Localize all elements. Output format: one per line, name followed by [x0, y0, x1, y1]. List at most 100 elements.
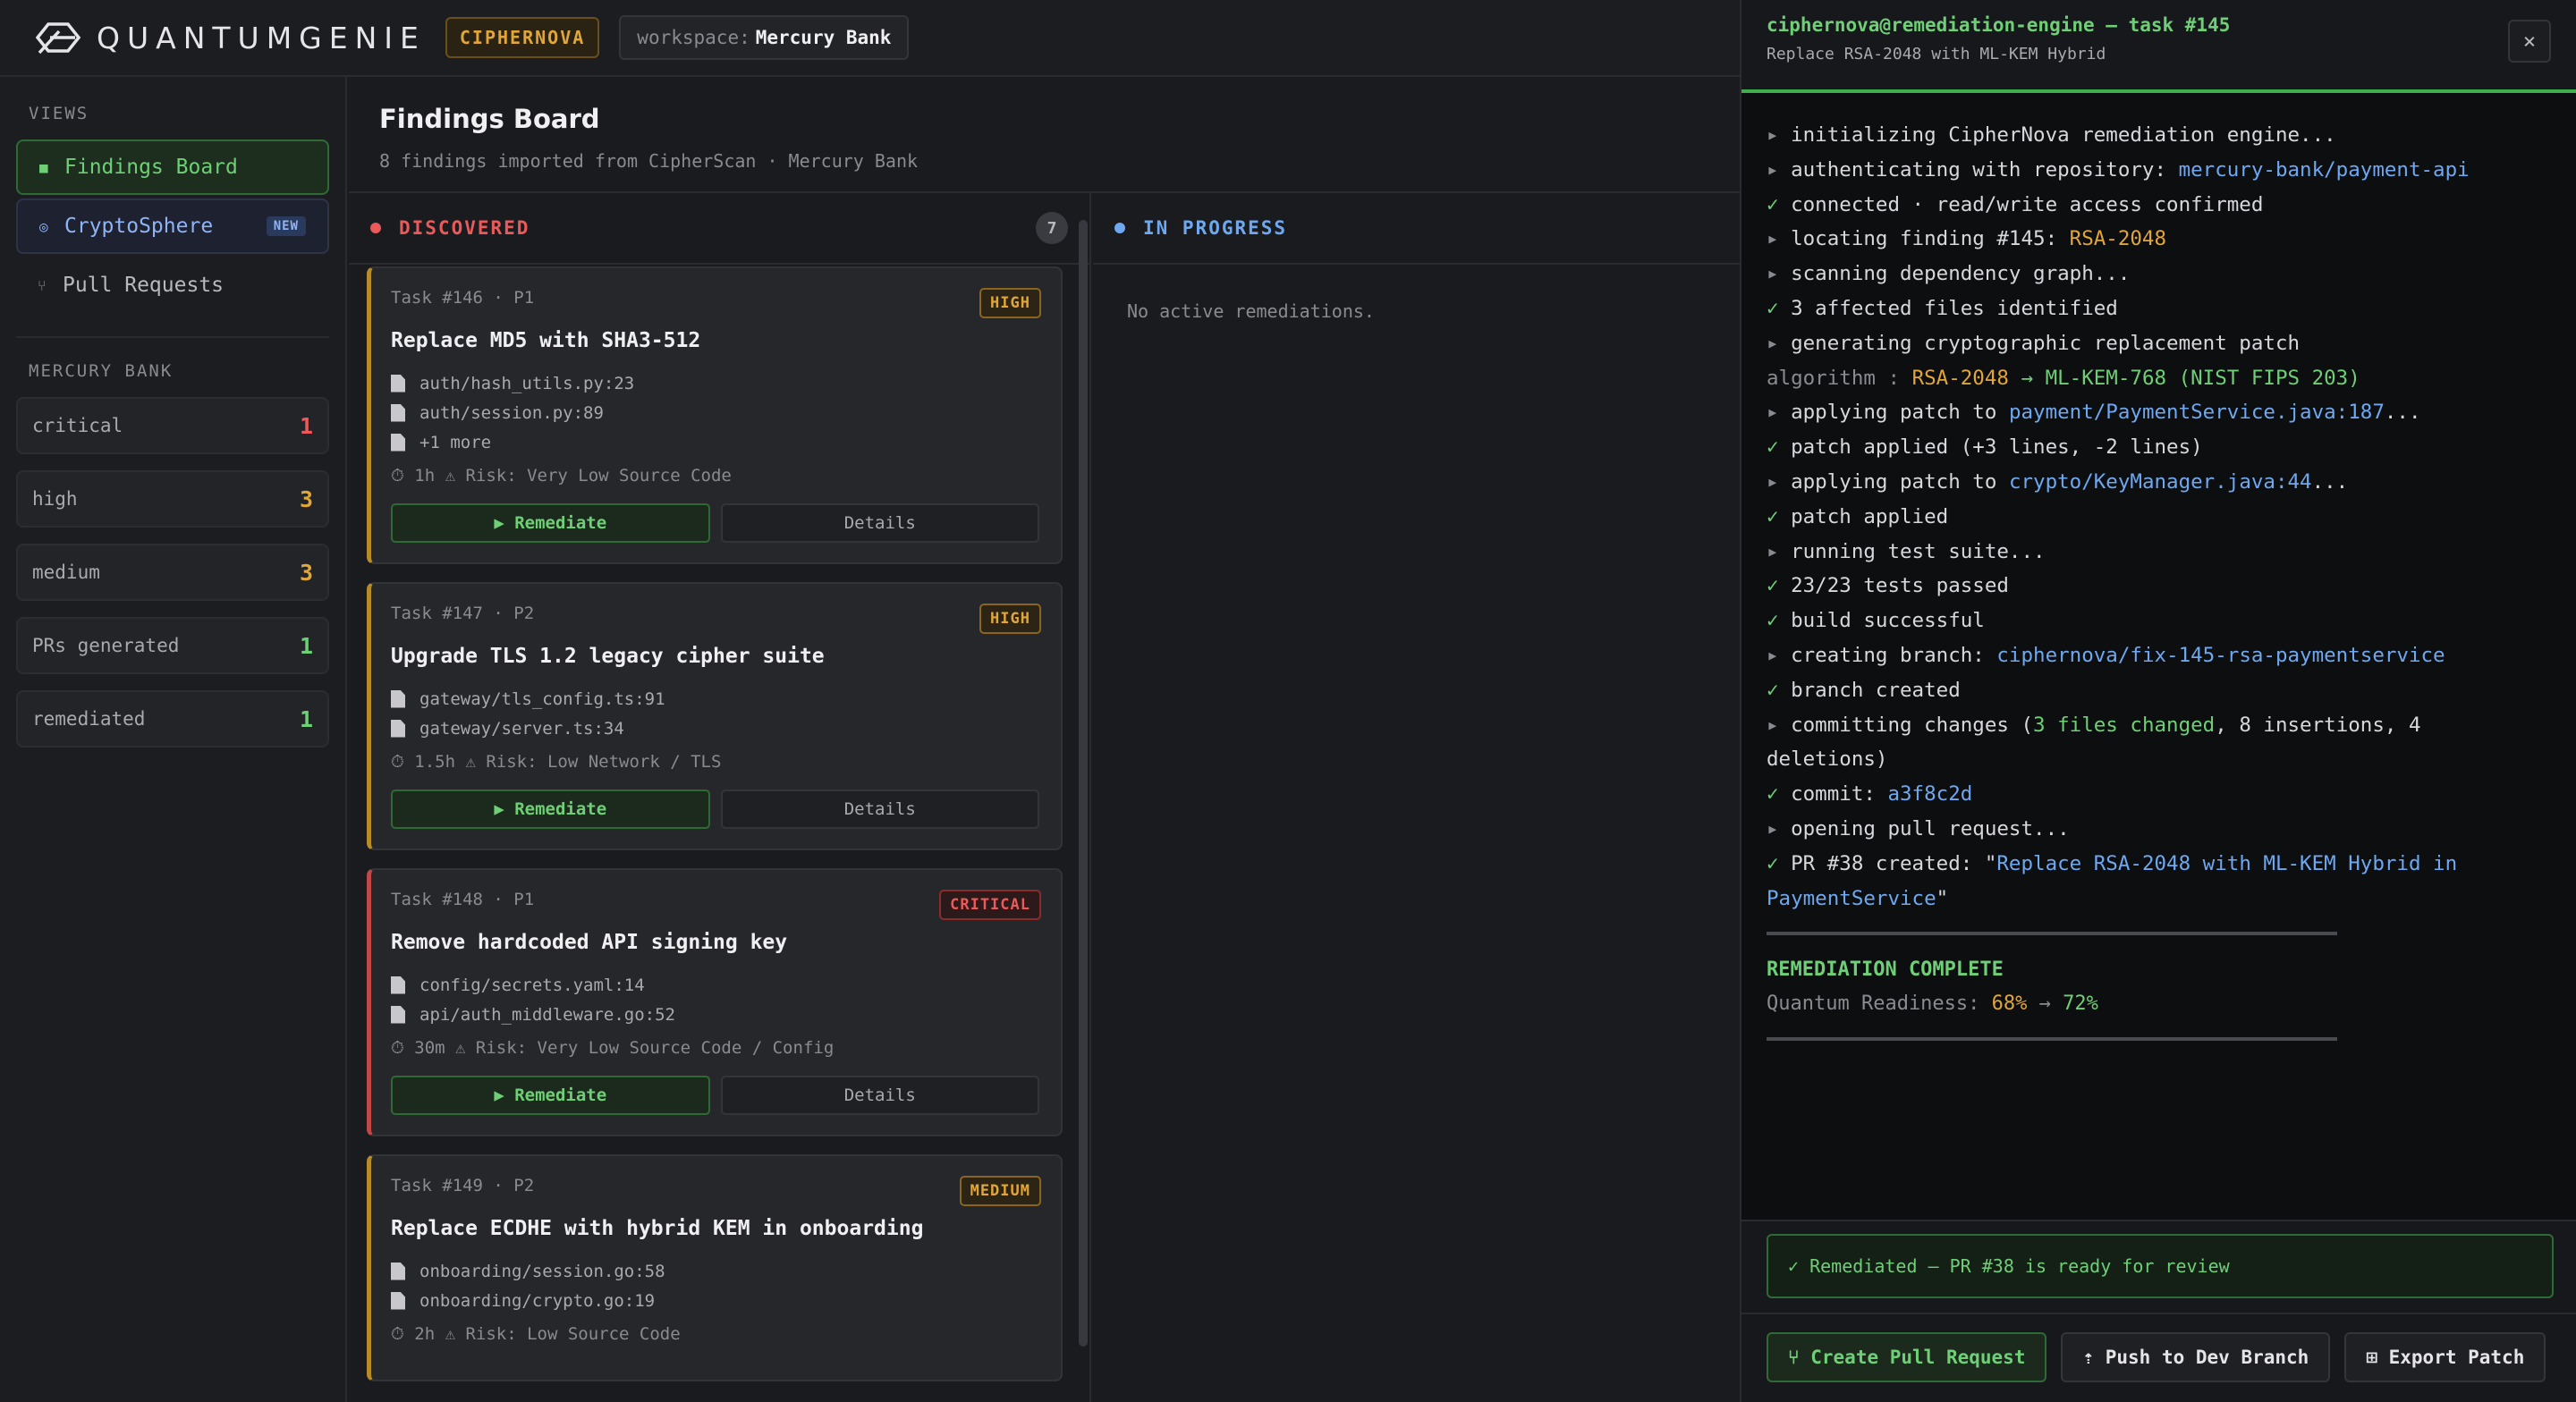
log-line: ✓ patch applied (+3 lines, -2 lines): [1767, 430, 2551, 465]
log-highlight: → ML-KEM-768 (NIST FIPS 203): [2008, 366, 2360, 390]
log-highlight: payment/PaymentService.java:187: [2008, 401, 2385, 425]
stat-critical[interactable]: critical 1: [16, 397, 329, 454]
details-button[interactable]: Details: [720, 503, 1039, 543]
stat-label: remediated: [32, 708, 146, 730]
remediate-button[interactable]: ▶ Remediate: [391, 503, 710, 543]
arrow-icon: ▸: [1767, 816, 1779, 840]
readiness-arrow: →: [2027, 992, 2063, 1016]
sidebar-item-pull-requests[interactable]: ⑂ Pull Requests: [16, 258, 329, 313]
file-list: config/secrets.yaml:14 api/auth_middlewar…: [391, 970, 1039, 1029]
workspace-selector[interactable]: workspace: Mercury Bank: [619, 15, 910, 60]
log-highlight: RSA-2048: [2069, 227, 2167, 251]
terminal-log: ▸ initializing CipherNova remediation en…: [1741, 93, 2576, 1042]
terminal-title: ciphernova@remediation-engine — task #14…: [1767, 14, 2231, 36]
scrollbar[interactable]: [1079, 220, 1088, 1347]
workspace-name: Mercury Bank: [755, 27, 892, 48]
create-pull-request-button[interactable]: ⑂ Create Pull Request: [1767, 1332, 2047, 1382]
log-line: ▸ generating cryptographic replacement p…: [1767, 326, 2551, 361]
finding-card[interactable]: Task #147 · P2 HIGH Upgrade TLS 1.2 legacy…: [367, 582, 1063, 850]
log-text: 3 affected files identified: [1791, 296, 2118, 320]
sidebar-item-cryptosphere[interactable]: ◎ CryptoSphere NEW: [16, 198, 329, 254]
file-icon: [391, 719, 405, 738]
readiness-from: 68%: [1991, 992, 2028, 1016]
check-icon: ✓: [1767, 851, 1779, 875]
workspace-label: workspace:: [637, 27, 750, 48]
card-title: Replace ECDHE with hybrid KEM in onboard…: [391, 1217, 924, 1240]
finding-card[interactable]: Task #146 · P1 HIGH Replace MD5 with SHA3-…: [367, 266, 1063, 564]
arrow-icon: ▸: [1767, 262, 1779, 286]
log-line: algorithm : RSA-2048 → ML-KEM-768 (NIST …: [1767, 361, 2551, 396]
column-in-progress: IN PROGRESS No active remediations.: [1093, 193, 1740, 1402]
close-button[interactable]: ×: [2508, 20, 2551, 63]
log-line: ▸ locating finding #145: RSA-2048: [1767, 222, 2551, 257]
stat-label: critical: [32, 415, 123, 436]
file-icon: [391, 689, 405, 708]
stat-count: 1: [299, 705, 313, 732]
stat-prs-generated[interactable]: PRs generated 1: [16, 617, 329, 674]
log-text: locating finding #145:: [1791, 227, 2070, 251]
arrow-icon: ▸: [1767, 401, 1779, 425]
finding-card[interactable]: Task #148 · P1 CRITICAL Remove hardcoded A…: [367, 868, 1063, 1136]
log-text: running test suite...: [1791, 539, 2046, 563]
file-item: gateway/server.ts:34: [391, 714, 1039, 743]
details-button[interactable]: Details: [720, 1076, 1039, 1115]
column-count: 7: [1036, 212, 1068, 244]
log-text: initializing CipherNova remediation engi…: [1791, 123, 2336, 147]
card-list[interactable]: Task #146 · P1 HIGH Replace MD5 with SHA3-…: [367, 266, 1063, 1402]
log-line: ▸ initializing CipherNova remediation en…: [1767, 118, 2551, 153]
log-text: ...: [2311, 469, 2349, 494]
log-text: patch applied (+3 lines, -2 lines): [1791, 435, 2203, 460]
severity-badge: HIGH: [979, 604, 1041, 634]
log-text: ...: [2384, 401, 2421, 425]
log-line: ✓ 3 affected files identified: [1767, 291, 2551, 326]
sidebar: VIEWS ■ Findings Board ◎ CryptoSphere NE…: [0, 77, 347, 1402]
stat-high[interactable]: high 3: [16, 470, 329, 528]
arrow-icon: ▸: [1767, 123, 1779, 147]
file-path: onboarding/crypto.go:19: [419, 1290, 656, 1311]
file-path: auth/session.py:89: [419, 402, 604, 423]
risk-info: ⏱ 1h ⚠ Risk: Very Low Source Code: [391, 466, 732, 486]
file-item: onboarding/session.go:58: [391, 1256, 1039, 1286]
log-highlight: mercury-bank/payment-api: [2178, 157, 2470, 182]
sidebar-item-findings-board[interactable]: ■ Findings Board: [16, 139, 329, 195]
check-icon: ✓: [1767, 782, 1779, 807]
file-path: +1 more: [419, 432, 492, 452]
arrow-icon: ▸: [1767, 331, 1779, 355]
stat-remediated[interactable]: remediated 1: [16, 690, 329, 747]
file-list: onboarding/session.go:58 onboarding/crypt…: [391, 1256, 1039, 1315]
stat-medium[interactable]: medium 3: [16, 544, 329, 601]
log-line: ✓ branch created: [1767, 673, 2551, 708]
remediate-button[interactable]: ▶ Remediate: [391, 790, 710, 829]
log-line: ▸ applying patch to crypto/KeyManager.ja…: [1767, 465, 2551, 500]
export-patch-button[interactable]: ⊞ Export Patch: [2344, 1332, 2546, 1382]
task-meta: Task #149 · P2: [391, 1176, 535, 1195]
task-meta: Task #146 · P1: [391, 288, 535, 308]
terminal-header: ciphernova@remediation-engine — task #14…: [1741, 0, 2576, 93]
details-button[interactable]: Details: [720, 790, 1039, 829]
remediate-button[interactable]: ▶ Remediate: [391, 1076, 710, 1115]
push-to-dev-branch-button[interactable]: ⇡ Push to Dev Branch: [2061, 1332, 2331, 1382]
quantum-readiness: Quantum Readiness: 68% → 72%: [1767, 987, 2551, 1021]
logo-icon: [32, 19, 84, 56]
file-list: gateway/tls_config.ts:91 gateway/server.t…: [391, 684, 1039, 743]
column-header: DISCOVERED 7: [349, 193, 1089, 265]
finding-card[interactable]: Task #149 · P2 MEDIUM Replace ECDHE with h…: [367, 1154, 1063, 1381]
severity-badge: MEDIUM: [959, 1176, 1041, 1206]
stat-label: medium: [32, 562, 100, 583]
stat-label: PRs generated: [32, 635, 180, 656]
sidebar-item-label: Pull Requests: [63, 274, 225, 297]
arrow-icon: ▸: [1767, 713, 1779, 737]
file-item: api/auth_middleware.go:52: [391, 1000, 1039, 1029]
divider: [1767, 1037, 2337, 1042]
stat-label: high: [32, 488, 78, 510]
arrow-icon: ▸: [1767, 157, 1779, 182]
check-icon: ✓: [1767, 504, 1779, 528]
arrow-icon: ▸: [1767, 643, 1779, 667]
risk-info: ⏱ 1.5h ⚠ Risk: Low Network / TLS: [391, 752, 722, 772]
divider: [1767, 932, 2337, 936]
log-text: opening pull request...: [1791, 816, 2070, 840]
check-icon: ✓: [1767, 609, 1779, 633]
card-title: Replace MD5 with SHA3-512: [391, 329, 701, 352]
file-item: config/secrets.yaml:14: [391, 970, 1039, 1000]
file-path: onboarding/session.go:58: [419, 1261, 665, 1281]
